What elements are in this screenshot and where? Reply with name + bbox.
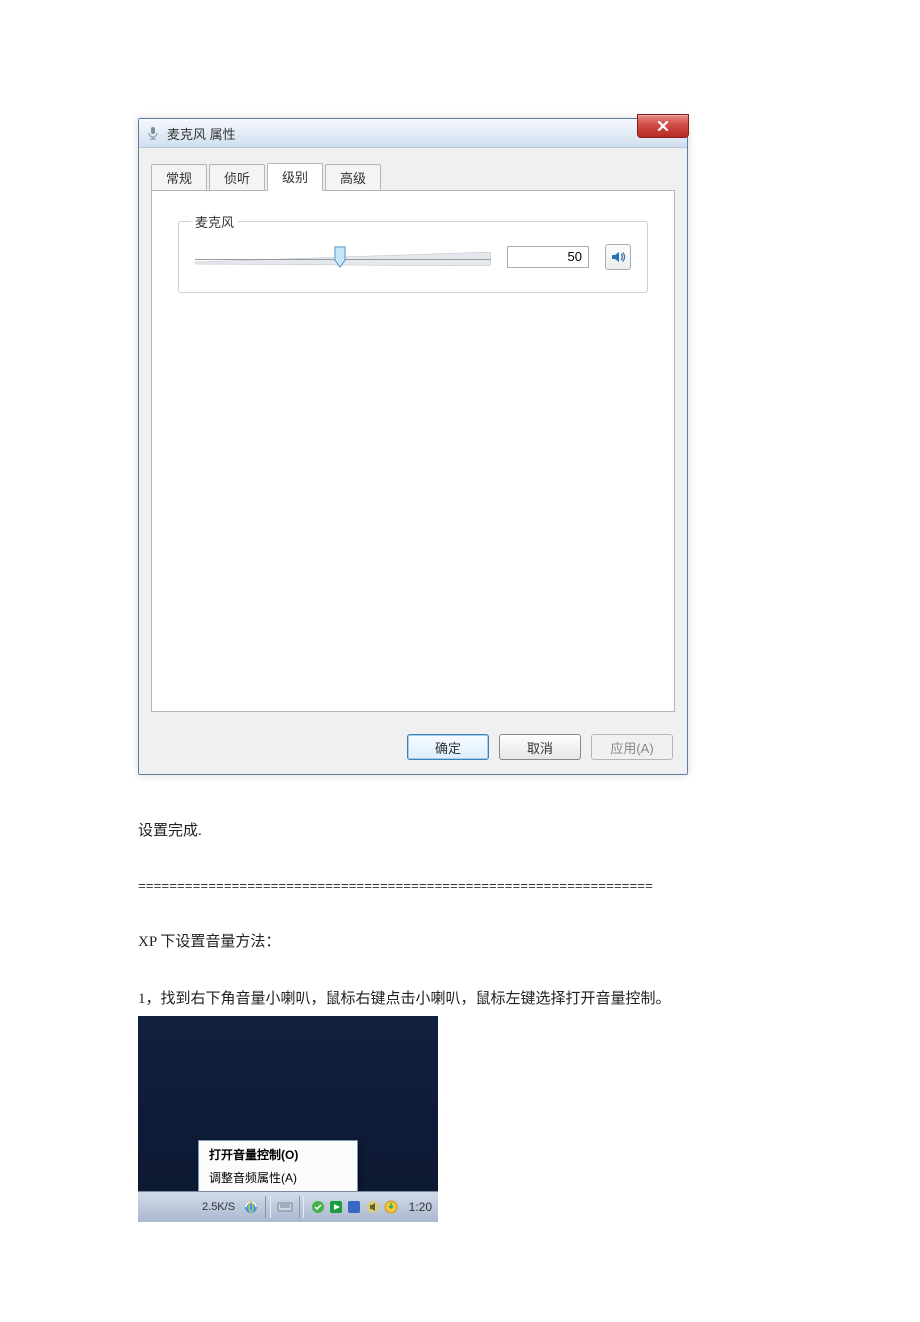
mute-toggle-button[interactable] <box>605 244 631 270</box>
tab-general[interactable]: 常规 <box>151 164 207 191</box>
blue-tray-icon[interactable] <box>347 1199 361 1215</box>
text-xp-step1: 1，找到右下角音量小喇叭，鼠标右键点击小喇叭，鼠标左键选择打开音量控制。 <box>138 987 782 1008</box>
taskbar-clock: 1:20 <box>409 1200 432 1214</box>
slider-thumb-icon[interactable] <box>334 246 346 268</box>
tab-listen[interactable]: 侦听 <box>209 164 265 191</box>
divider-line: ========================================… <box>138 879 782 894</box>
text-setup-complete: 设置完成. <box>138 819 782 843</box>
keyboard-icon[interactable] <box>277 1199 293 1215</box>
tray-divider <box>265 1196 271 1218</box>
microphone-level-value[interactable]: 50 <box>507 246 589 268</box>
tab-levels[interactable]: 级别 <box>267 163 323 191</box>
play-tray-icon[interactable] <box>329 1199 343 1215</box>
cancel-button[interactable]: 取消 <box>499 734 581 760</box>
close-button[interactable] <box>637 114 689 138</box>
microphone-properties-dialog: 麦克风 属性 常规 侦听 级别 高级 麦克风 <box>138 118 688 775</box>
apply-button: 应用(A) <box>591 734 673 760</box>
tab-advanced[interactable]: 高级 <box>325 164 381 191</box>
tab-strip: 常规 侦听 级别 高级 <box>139 148 687 190</box>
xp-taskbar: 2.5K/S <box>138 1191 438 1222</box>
microphone-groupbox: 麦克风 <box>178 221 648 293</box>
groupbox-label: 麦克风 <box>191 212 238 231</box>
system-tray: 2.5K/S <box>202 1192 438 1222</box>
microphone-level-slider[interactable] <box>195 248 491 266</box>
menu-adjust-audio-properties[interactable]: 调整音频属性(A) <box>199 1166 357 1189</box>
yellow-tray-icon[interactable] <box>384 1199 398 1215</box>
volume-tray-icon[interactable] <box>366 1199 380 1215</box>
volume-context-menu: 打开音量控制(O) 调整音频属性(A) <box>198 1140 358 1192</box>
microphone-icon <box>145 125 161 141</box>
network-speed: 2.5K/S <box>202 1201 235 1213</box>
green-tray-icon[interactable] <box>310 1199 324 1215</box>
tab-body: 麦克风 <box>151 190 675 712</box>
ok-button[interactable]: 确定 <box>407 734 489 760</box>
text-xp-heading: XP 下设置音量方法： <box>138 930 782 951</box>
dialog-title: 麦克风 属性 <box>167 124 236 143</box>
tray-divider <box>299 1196 305 1218</box>
dialog-button-row: 确定 取消 应用(A) <box>139 724 687 774</box>
ie-icon[interactable] <box>243 1199 259 1215</box>
titlebar[interactable]: 麦克风 属性 <box>139 119 687 148</box>
xp-taskbar-screenshot: 打开音量控制(O) 调整音频属性(A) 2.5K/S <box>138 1016 438 1222</box>
menu-open-volume-control[interactable]: 打开音量控制(O) <box>199 1143 357 1166</box>
